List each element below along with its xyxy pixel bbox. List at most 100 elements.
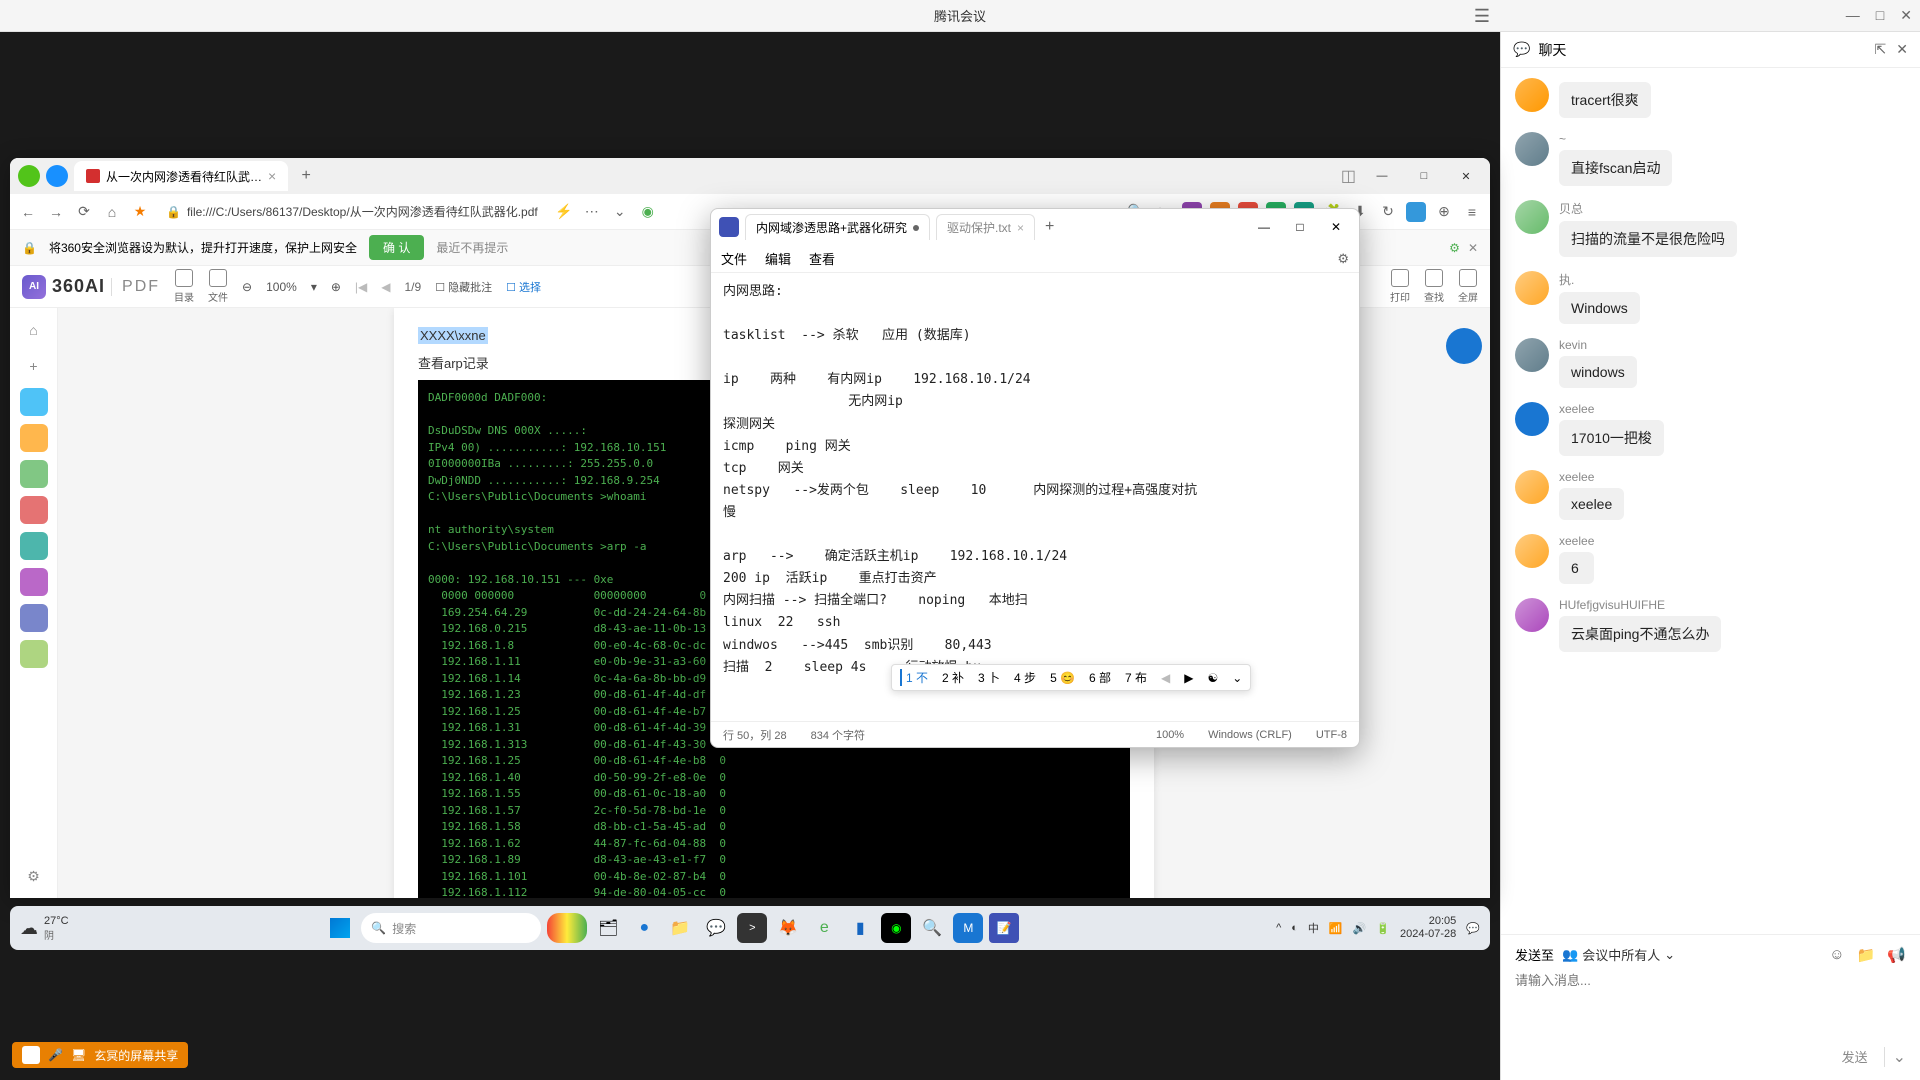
sidebar-settings-icon[interactable]: ⚙ [20, 862, 48, 890]
more-icon[interactable]: ⋯ [582, 202, 602, 222]
taskbar-app-icon[interactable]: 💬 [701, 913, 731, 943]
print-tool[interactable]: 打印 [1390, 269, 1410, 304]
ime-candidate[interactable]: 2 补 [942, 669, 964, 686]
banner-close-icon[interactable]: ✕ [1468, 241, 1478, 255]
menu-file[interactable]: 文件 [721, 249, 747, 268]
menu-icon[interactable]: ≡ [1462, 202, 1482, 222]
sidebar-tool-icon[interactable] [20, 496, 48, 524]
popout-icon[interactable]: ⇱ [1875, 41, 1887, 58]
chat-avatar[interactable] [1515, 534, 1549, 568]
ime-candidate[interactable]: 1 不 [900, 669, 928, 686]
notepad-content[interactable]: 内网思路: tasklist --> 杀软 应用 (数据库) ip 两种 有内网… [711, 273, 1359, 721]
chat-avatar[interactable] [1515, 338, 1549, 372]
extension-icon[interactable] [1406, 202, 1426, 222]
taskbar-app-icon[interactable]: ▮ [845, 913, 875, 943]
contents-tool[interactable]: 目录 [174, 269, 194, 304]
dropdown-icon[interactable]: ⌄ [610, 202, 630, 222]
chat-avatar[interactable] [1515, 132, 1549, 166]
sidebar-tool-icon[interactable] [20, 460, 48, 488]
ime-candidate[interactable]: 5 😊 [1050, 671, 1075, 685]
add-nav-icon[interactable]: + [20, 352, 48, 380]
notepad-minimize[interactable]: — [1249, 215, 1279, 239]
browser-close[interactable]: ✕ [1450, 164, 1482, 188]
notepad-tab[interactable]: 驱动保护.txt × [936, 214, 1035, 240]
tray-notification-icon[interactable]: 💬 [1466, 922, 1480, 935]
hamburger-icon[interactable]: ☰ [1474, 6, 1490, 27]
chat-close-icon[interactable]: ✕ [1896, 41, 1908, 58]
chat-avatar[interactable] [1515, 470, 1549, 504]
chat-message-list[interactable]: tracert很爽 ~ 直接fscan启动 贝总 扫描的流量不是很危险吗 执. … [1501, 68, 1920, 934]
zoom-in-icon[interactable]: ⊕ [331, 280, 341, 294]
search-engine-icon[interactable]: ◉ [638, 202, 658, 222]
send-to-selector[interactable]: 👥 会议中所有人 ⌄ [1562, 945, 1675, 964]
taskbar-app-icon[interactable]: 🔍 [917, 913, 947, 943]
sidebar-tool-icon[interactable] [20, 604, 48, 632]
taskbar-app-icon[interactable]: 🦊 [773, 913, 803, 943]
send-button[interactable]: 发送 [1834, 1043, 1876, 1070]
zoom-level[interactable]: 100% [266, 280, 297, 294]
announce-icon[interactable]: 📢 [1887, 946, 1906, 964]
tray-icon[interactable]: ◐ [1291, 922, 1298, 934]
taskbar-app-icon[interactable]: M [953, 913, 983, 943]
chat-avatar[interactable] [1515, 78, 1549, 112]
banner-settings-icon[interactable]: ⚙ [1449, 241, 1460, 255]
chat-avatar[interactable] [1515, 598, 1549, 632]
menu-edit[interactable]: 编辑 [765, 249, 791, 268]
forward-icon[interactable]: → [46, 202, 66, 222]
taskbar-app-icon[interactable]: e [809, 913, 839, 943]
taskbar-app-icon[interactable]: 🗂 [593, 913, 623, 943]
ime-candidate[interactable]: 7 布 [1125, 669, 1147, 686]
browser-tab[interactable]: 从一次内网渗透看待红队武… × [74, 161, 288, 191]
sidebar-tool-icon[interactable] [20, 532, 48, 560]
menu-view[interactable]: 查看 [809, 249, 835, 268]
shield-icon[interactable] [46, 165, 68, 187]
tray-clock[interactable]: 20:05 2024-07-28 [1400, 915, 1456, 941]
ime-toggle-icon[interactable]: ☯ [1208, 671, 1219, 685]
minimize-button[interactable]: — [1846, 7, 1860, 24]
tray-chevron-icon[interactable]: ^ [1276, 922, 1281, 934]
tray-volume-icon[interactable]: 🔊 [1353, 922, 1367, 935]
notepad-maximize[interactable]: □ [1285, 215, 1315, 239]
tray-battery-icon[interactable]: 🔋 [1376, 922, 1390, 935]
banner-confirm-button[interactable]: 确 认 [369, 235, 424, 260]
taskbar-app-icon[interactable] [547, 913, 587, 943]
taskbar-app-icon[interactable]: 📝 [989, 913, 1019, 943]
prev-page-icon[interactable]: ◀ [381, 280, 390, 294]
browser-maximize[interactable]: □ [1408, 164, 1440, 188]
zoom-dropdown-icon[interactable]: ▾ [311, 280, 317, 294]
ime-candidate-bar[interactable]: 1 不 2 补 3 卜 4 步 5 😊 6 部 7 布 ◀ ▶ ☯ ⌄ [891, 664, 1251, 691]
find-tool[interactable]: 查找 [1424, 269, 1444, 304]
select-tool[interactable]: ☐ 选择 [506, 279, 541, 295]
notepad-tab-active[interactable]: 内网域渗透思路+武器化研究 [745, 214, 930, 240]
maximize-button[interactable]: □ [1876, 7, 1884, 24]
screen-share-indicator[interactable]: 🎤 🖥 玄冥的屏幕共享 [12, 1042, 188, 1068]
emoji-icon[interactable]: ☺ [1829, 946, 1844, 964]
weather-widget[interactable]: ☁ 27°C阴 [20, 915, 69, 942]
sidebar-tool-icon[interactable] [20, 568, 48, 596]
sidebar-tool-icon[interactable] [20, 424, 48, 452]
taskbar-app-icon[interactable]: ◉ [881, 913, 911, 943]
notepad-close[interactable]: ✕ [1321, 215, 1351, 239]
browser-minimize[interactable]: — [1366, 164, 1398, 188]
flash-icon[interactable]: ⚡ [554, 202, 574, 222]
new-tab-button[interactable]: + [294, 164, 318, 188]
fullscreen-tool[interactable]: 全屏 [1458, 269, 1478, 304]
ime-candidate[interactable]: 4 步 [1014, 669, 1036, 686]
ime-next-icon[interactable]: ▶ [1184, 671, 1193, 685]
chat-avatar[interactable] [1515, 200, 1549, 234]
taskbar-app-icon[interactable]: > [737, 913, 767, 943]
page-indicator[interactable]: 1/9 [405, 280, 422, 294]
ime-candidate[interactable]: 6 部 [1089, 669, 1111, 686]
tab-close-icon[interactable]: × [268, 168, 276, 184]
close-button[interactable]: ✕ [1900, 7, 1912, 24]
taskbar-app-icon[interactable]: 📁 [665, 913, 695, 943]
files-tool[interactable]: 文件 [208, 269, 228, 304]
reload-icon[interactable]: ⟳ [74, 202, 94, 222]
tray-ime-icon[interactable]: 中 [1308, 920, 1319, 936]
banner-dismiss-link[interactable]: 最近不再提示 [436, 239, 508, 256]
chat-avatar[interactable] [1515, 271, 1549, 305]
ime-prev-icon[interactable]: ◀ [1161, 671, 1170, 685]
home-icon[interactable]: ⌂ [102, 202, 122, 222]
chat-avatar[interactable] [1515, 402, 1549, 436]
start-button[interactable] [325, 913, 355, 943]
